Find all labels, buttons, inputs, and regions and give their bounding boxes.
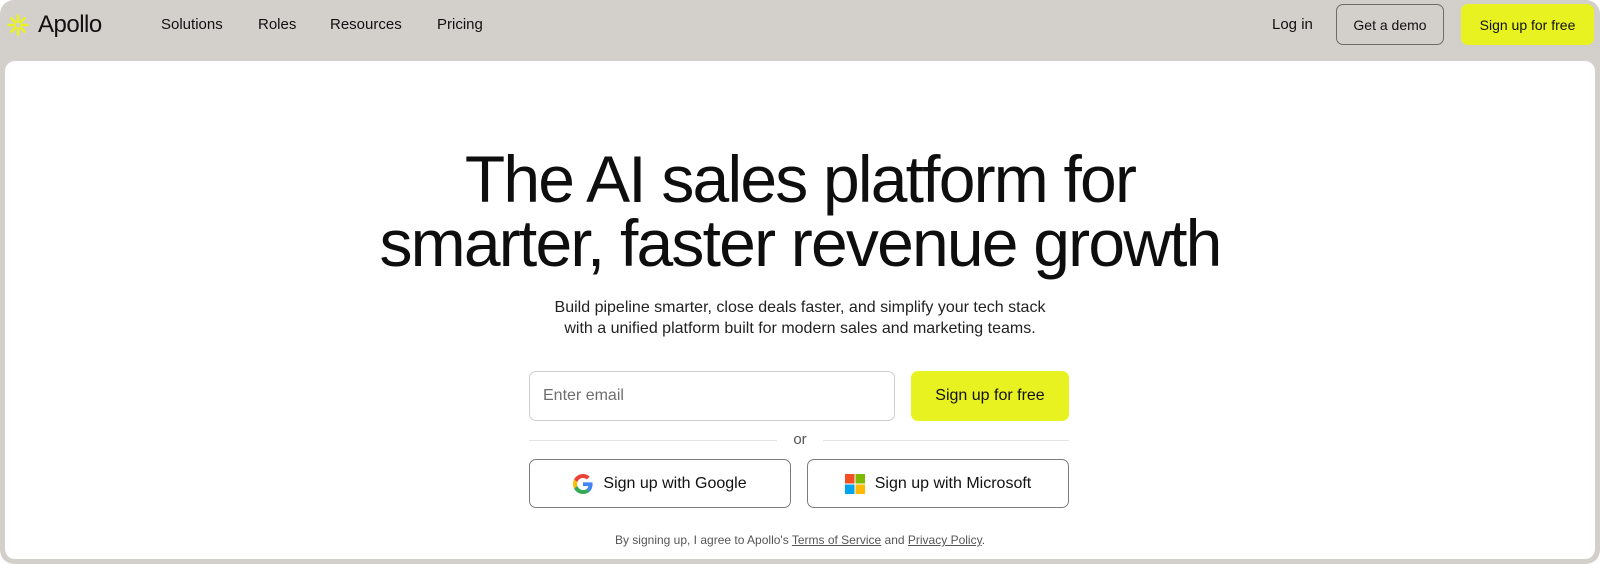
email-signup-button[interactable]: Sign up for free xyxy=(911,371,1069,421)
divider-line-left xyxy=(529,440,777,441)
hero-subtitle: Build pipeline smarter, close deals fast… xyxy=(5,297,1595,339)
subtitle-line-1: Build pipeline smarter, close deals fast… xyxy=(554,299,1046,316)
nav-link-roles[interactable]: Roles xyxy=(258,15,296,35)
legal-prefix: By signing up, I agree to Apollo's xyxy=(614,533,792,547)
nav-link-solutions[interactable]: Solutions xyxy=(161,15,223,35)
legal-notice: By signing up, I agree to Apollo's Terms… xyxy=(5,532,1595,548)
google-icon xyxy=(573,473,593,494)
email-input[interactable] xyxy=(529,371,895,421)
get-demo-button[interactable]: Get a demo xyxy=(1336,4,1444,45)
legal-middle: and xyxy=(881,533,908,547)
legal-suffix: . xyxy=(981,533,986,547)
microsoft-signup-button[interactable]: Sign up with Microsoft xyxy=(807,459,1069,508)
microsoft-signup-label: Sign up with Microsoft xyxy=(874,474,1032,492)
divider-or-text: or xyxy=(793,431,807,448)
brand-logo[interactable]: Apollo xyxy=(6,10,102,40)
browser-viewport: Apollo Solutions Roles Resources Pricing… xyxy=(0,0,1600,564)
google-signup-label: Sign up with Google xyxy=(603,474,747,492)
microsoft-icon xyxy=(844,473,865,494)
privacy-policy-link[interactable]: Privacy Policy xyxy=(908,533,982,547)
hero-card: The AI sales platform for smarter, faste… xyxy=(5,61,1595,559)
terms-of-service-link[interactable]: Terms of Service xyxy=(792,533,881,547)
subtitle-line-2: with a unified platform built for modern… xyxy=(564,320,1036,337)
headline-line-2: smarter, faster revenue growth xyxy=(379,206,1222,280)
top-nav: Apollo Solutions Roles Resources Pricing… xyxy=(0,0,1600,61)
nav-link-pricing[interactable]: Pricing xyxy=(437,15,483,35)
login-link[interactable]: Log in xyxy=(1272,15,1313,35)
sunburst-logo-icon xyxy=(7,14,29,36)
google-signup-button[interactable]: Sign up with Google xyxy=(529,459,791,508)
nav-link-resources[interactable]: Resources xyxy=(330,15,402,35)
brand-name: Apollo xyxy=(38,11,102,38)
headline-line-1: The AI sales platform for xyxy=(464,142,1137,216)
divider-line-right xyxy=(823,440,1069,441)
hero-headline: The AI sales platform for smarter, faste… xyxy=(5,146,1595,276)
nav-signup-button[interactable]: Sign up for free xyxy=(1461,4,1594,45)
